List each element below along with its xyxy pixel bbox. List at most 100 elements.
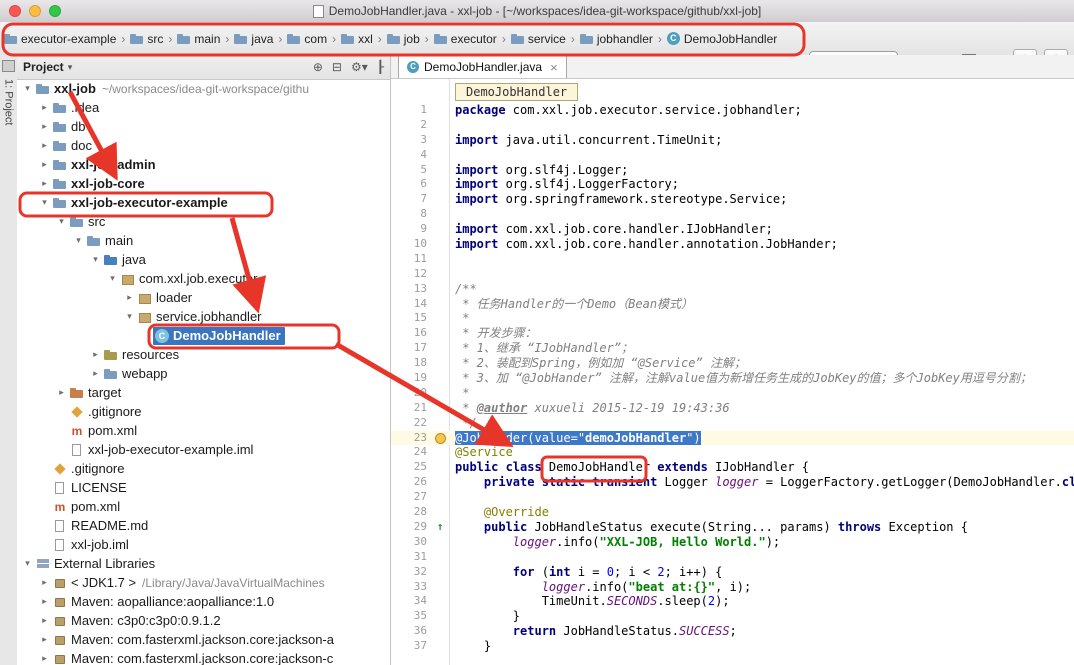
- project-panel-title[interactable]: Project ▾: [23, 60, 72, 74]
- tree-collapsed-arrow-icon[interactable]: ▸: [89, 368, 102, 379]
- code-line-15[interactable]: 15 *: [391, 311, 1074, 326]
- code-line-2[interactable]: 2: [391, 118, 1074, 133]
- zoom-window-button[interactable]: [49, 5, 61, 17]
- tree-item-pom.xml[interactable]: mpom.xml: [17, 497, 390, 516]
- breadcrumb-item-src[interactable]: src: [128, 32, 165, 46]
- breadcrumb-chip[interactable]: DemoJobHandler: [455, 83, 578, 101]
- tree-item-LICENSE[interactable]: LICENSE: [17, 478, 390, 497]
- breadcrumb-item-xxl[interactable]: xxl: [339, 32, 375, 46]
- scroll-to-source-icon[interactable]: ⊕: [313, 60, 323, 74]
- tree-expanded-arrow-icon[interactable]: ▾: [21, 558, 34, 569]
- code-line-36[interactable]: 36 return JobHandleStatus.SUCCESS;: [391, 624, 1074, 639]
- tree-expanded-arrow-icon[interactable]: ▾: [89, 254, 102, 265]
- code-line-1[interactable]: 1package com.xxl.job.executor.service.jo…: [391, 103, 1074, 118]
- tree-item-.gitignore[interactable]: .gitignore: [17, 459, 390, 478]
- tree-collapsed-arrow-icon[interactable]: ▸: [123, 292, 136, 303]
- tree-collapsed-arrow-icon[interactable]: ▸: [38, 159, 51, 170]
- code-line-14[interactable]: 14 * 任务Handler的一个Demo（Bean模式）: [391, 297, 1074, 312]
- code-line-32[interactable]: 32 for (int i = 0; i < 2; i++) {: [391, 565, 1074, 580]
- tree-item-xxl-job-executor-example.iml[interactable]: xxl-job-executor-example.iml: [17, 440, 390, 459]
- code-line-20[interactable]: 20 *: [391, 386, 1074, 401]
- tree-item-java[interactable]: ▾java: [17, 250, 390, 269]
- tree-item-.idea[interactable]: ▸.idea: [17, 98, 390, 117]
- tree-expanded-arrow-icon[interactable]: ▾: [106, 273, 119, 284]
- code-line-7[interactable]: 7import org.springframework.stereotype.S…: [391, 192, 1074, 207]
- breadcrumb-item-com[interactable]: com: [285, 32, 329, 46]
- tree-item-resources[interactable]: ▸resources: [17, 345, 390, 364]
- code-line-4[interactable]: 4: [391, 148, 1074, 163]
- close-tab-icon[interactable]: ×: [550, 60, 558, 75]
- breadcrumb-item-job[interactable]: job: [385, 32, 422, 46]
- code-line-24[interactable]: 24@Service: [391, 445, 1074, 460]
- breadcrumb-item-service[interactable]: service: [509, 32, 568, 46]
- code-line-17[interactable]: 17 * 1、继承 “IJobHandler”；: [391, 341, 1074, 356]
- tree-item-pom.xml[interactable]: mpom.xml: [17, 421, 390, 440]
- code-line-5[interactable]: 5import org.slf4j.Logger;: [391, 163, 1074, 178]
- tree-collapsed-arrow-icon[interactable]: ▸: [38, 634, 51, 645]
- code-line-30[interactable]: 30 logger.info("XXL-JOB, Hello World.");: [391, 535, 1074, 550]
- tree-item-README.md[interactable]: README.md: [17, 516, 390, 535]
- code-line-25[interactable]: 25public class DemoJobHandler extends IJ…: [391, 460, 1074, 475]
- code-line-27[interactable]: 27: [391, 490, 1074, 505]
- tree-item-service.jobhandler[interactable]: ▾service.jobhandler: [17, 307, 390, 326]
- code-line-35[interactable]: 35 }: [391, 609, 1074, 624]
- tree-item-Maven: aopalliance:aopalliance:1.0[interactable]: ▸Maven: aopalliance:aopalliance:1.0: [17, 592, 390, 611]
- code-line-3[interactable]: 3import java.util.concurrent.TimeUnit;: [391, 133, 1074, 148]
- tree-collapsed-arrow-icon[interactable]: ▸: [38, 102, 51, 113]
- breadcrumb-item-jobhandler[interactable]: jobhandler: [578, 32, 655, 46]
- editor-tab-demojobhandler[interactable]: C DemoJobHandler.java ×: [398, 55, 567, 78]
- code-line-26[interactable]: 26 private static transient Logger logge…: [391, 475, 1074, 490]
- tree-collapsed-arrow-icon[interactable]: ▸: [38, 121, 51, 132]
- code-line-11[interactable]: 11: [391, 252, 1074, 267]
- tree-item-webapp[interactable]: ▸webapp: [17, 364, 390, 383]
- code-line-6[interactable]: 6import org.slf4j.LoggerFactory;: [391, 177, 1074, 192]
- collapse-all-icon[interactable]: ⊟: [332, 60, 342, 74]
- hide-panel-icon[interactable]: ┠: [377, 60, 384, 74]
- override-marker-icon[interactable]: ↑: [431, 520, 449, 535]
- tree-collapsed-arrow-icon[interactable]: ▸: [38, 596, 51, 607]
- code-line-31[interactable]: 31: [391, 550, 1074, 565]
- tree-item-Maven: com.fasterxml.jackson.core:jackson-c[interactable]: ▸Maven: com.fasterxml.jackson.core:jacks…: [17, 649, 390, 665]
- tree-collapsed-arrow-icon[interactable]: ▸: [38, 140, 51, 151]
- tree-item-xxl-job-admin[interactable]: ▸xxl-job-admin: [17, 155, 390, 174]
- tree-expanded-arrow-icon[interactable]: ▾: [38, 197, 51, 208]
- tree-item-Maven: com.fasterxml.jackson.core:jackson-a[interactable]: ▸Maven: com.fasterxml.jackson.core:jacks…: [17, 630, 390, 649]
- code-line-29[interactable]: 29↑ public JobHandleStatus execute(Strin…: [391, 520, 1074, 535]
- tool-window-icon[interactable]: [2, 60, 15, 72]
- breadcrumb-item-executor[interactable]: executor: [432, 32, 499, 46]
- tree-expanded-arrow-icon[interactable]: ▾: [55, 216, 68, 227]
- close-window-button[interactable]: [9, 5, 21, 17]
- settings-gear-icon[interactable]: ⚙▾: [351, 60, 368, 74]
- tree-item-loader[interactable]: ▸loader: [17, 288, 390, 307]
- code-line-13[interactable]: 13/**: [391, 282, 1074, 297]
- code-line-9[interactable]: 9import com.xxl.job.core.handler.IJobHan…: [391, 222, 1074, 237]
- tree-item-xxl-job-core[interactable]: ▸xxl-job-core: [17, 174, 390, 193]
- tree-collapsed-arrow-icon[interactable]: ▸: [38, 577, 51, 588]
- tree-item-com.xxl.job.executor[interactable]: ▾com.xxl.job.executor: [17, 269, 390, 288]
- code-line-21[interactable]: 21 * @author xuxueli 2015-12-19 19:43:36: [391, 401, 1074, 416]
- tree-collapsed-arrow-icon[interactable]: ▸: [89, 349, 102, 360]
- tree-item-main[interactable]: ▾main: [17, 231, 390, 250]
- minimize-window-button[interactable]: [29, 5, 41, 17]
- tree-item-xxl-job-executor-example[interactable]: ▾xxl-job-executor-example: [17, 193, 390, 212]
- tree-collapsed-arrow-icon[interactable]: ▸: [55, 387, 68, 398]
- project-tool-window-button[interactable]: 1: Project: [3, 79, 15, 125]
- code-area[interactable]: 1package com.xxl.job.executor.service.jo…: [391, 103, 1074, 654]
- breadcrumb-item-java[interactable]: java: [232, 32, 275, 46]
- code-line-19[interactable]: 19 * 3、加 “@JobHander” 注解，注解value值为新增任务生成…: [391, 371, 1074, 386]
- tree-item-Maven: c3p0:c3p0:0.9.1.2[interactable]: ▸Maven: c3p0:c3p0:0.9.1.2: [17, 611, 390, 630]
- tree-item-target[interactable]: ▸target: [17, 383, 390, 402]
- code-line-12[interactable]: 12: [391, 267, 1074, 282]
- code-line-34[interactable]: 34 TimeUnit.SECONDS.sleep(2);: [391, 594, 1074, 609]
- tree-item-xxl-job[interactable]: ▾xxl-job~/workspaces/idea-git-workspace/…: [17, 79, 390, 98]
- code-line-18[interactable]: 18 * 2、装配到Spring，例如加 “@Service” 注解；: [391, 356, 1074, 371]
- code-line-33[interactable]: 33 logger.info("beat at:{}", i);: [391, 580, 1074, 595]
- breadcrumb-item-executor-example[interactable]: executor-example: [2, 32, 118, 46]
- code-line-22[interactable]: 22 */: [391, 416, 1074, 431]
- tree-item-db[interactable]: ▸db: [17, 117, 390, 136]
- code-line-10[interactable]: 10import com.xxl.job.core.handler.annota…: [391, 237, 1074, 252]
- tree-expanded-arrow-icon[interactable]: ▾: [123, 311, 136, 322]
- code-line-37[interactable]: 37 }: [391, 639, 1074, 654]
- code-line-8[interactable]: 8: [391, 207, 1074, 222]
- tree-item-doc[interactable]: ▸doc: [17, 136, 390, 155]
